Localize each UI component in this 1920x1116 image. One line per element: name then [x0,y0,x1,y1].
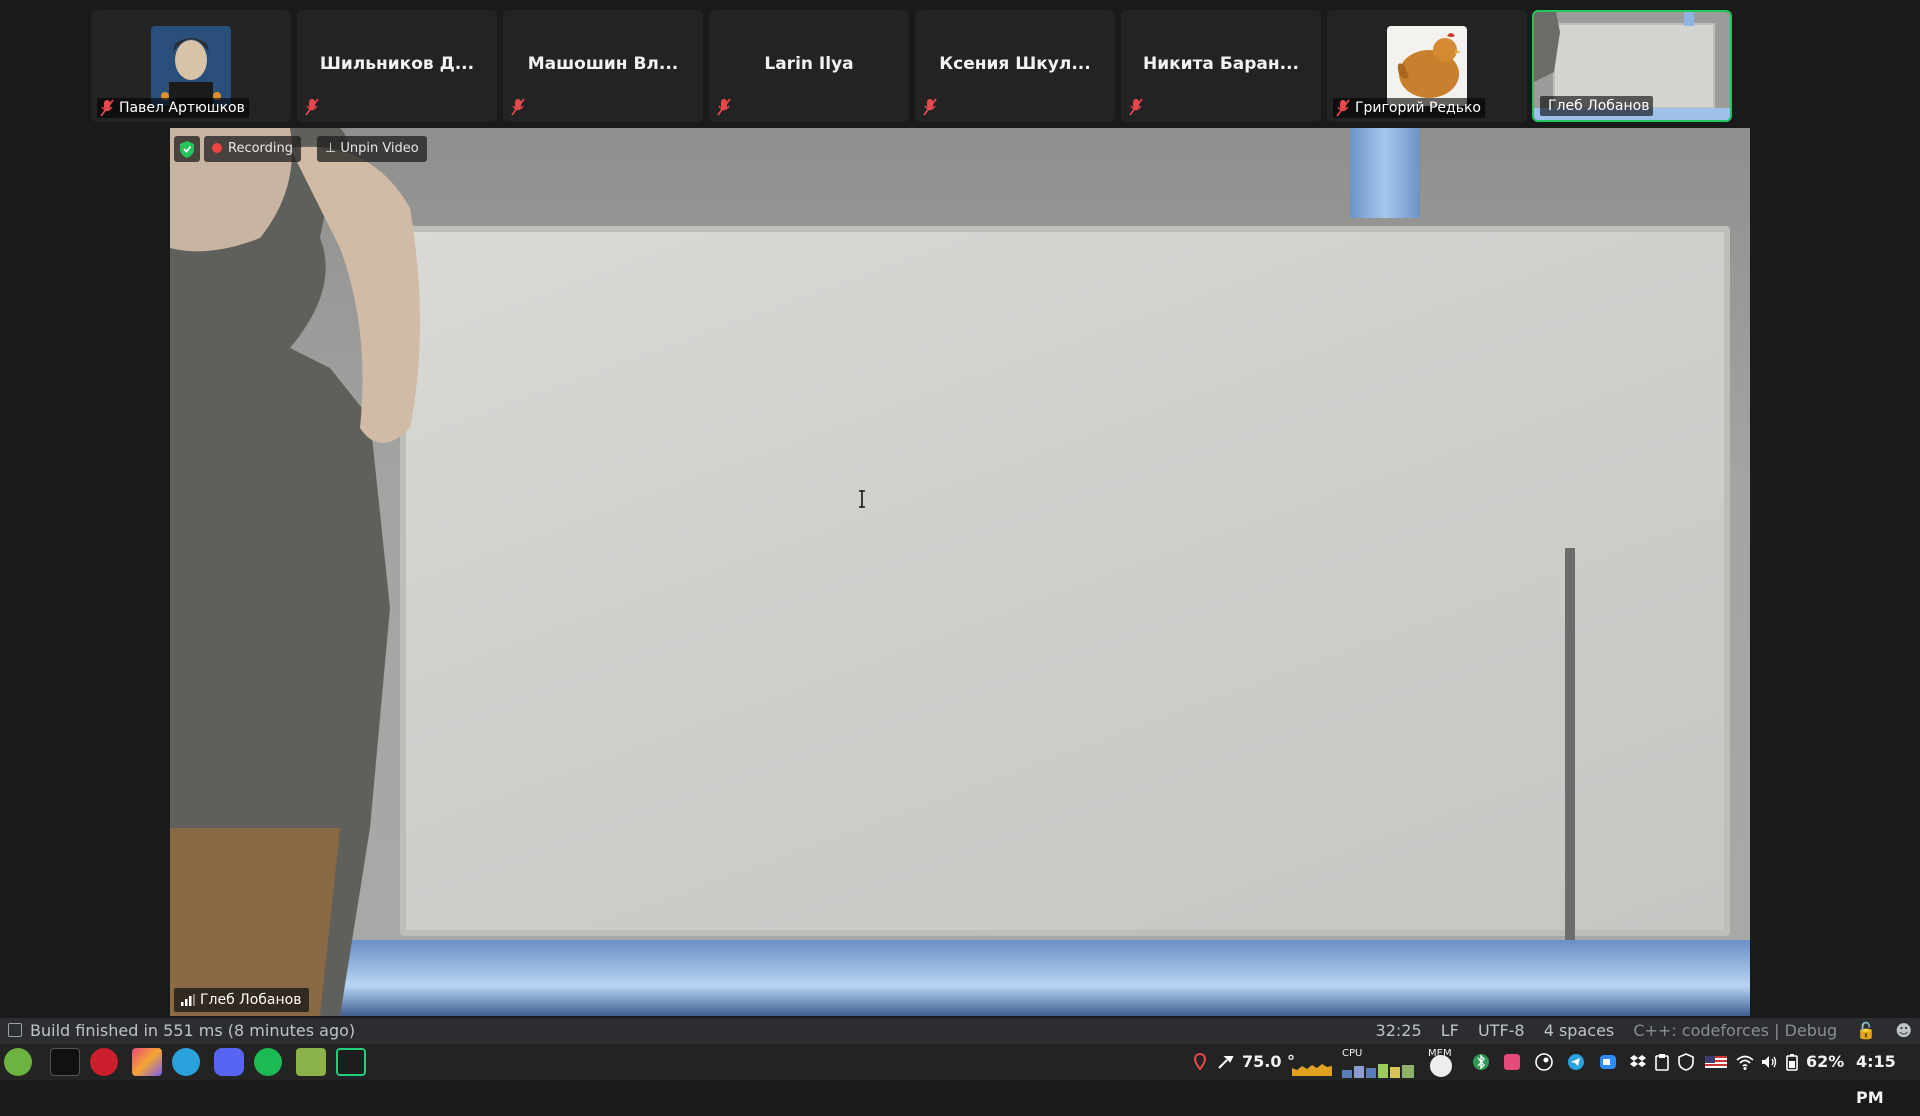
cpu-graph-icon[interactable] [1342,1058,1416,1078]
participant-tile[interactable]: Никита Баран... [1121,10,1321,122]
participant-name: Глеб Лобанов [1548,98,1650,114]
recording-label: Recording [228,141,294,156]
participant-tile[interactable]: Larin Ilya [709,10,909,122]
steam-icon[interactable] [1535,1053,1553,1071]
zoom-tray-icon[interactable] [1599,1053,1617,1071]
build-message: Build finished in 551 ms (8 minutes ago) [30,1021,356,1040]
indent-setting[interactable]: 4 spaces [1544,1021,1615,1040]
wifi-icon[interactable] [1736,1053,1754,1071]
clion-icon[interactable] [336,1048,366,1076]
participant-tile-active-speaker[interactable]: Глеб Лобанов [1532,10,1732,122]
participant-name: Павел Артюшков [119,100,245,116]
active-speaker-name: Глеб Лобанов [200,992,302,1008]
participant-name-label: Григорий Редько [1333,98,1485,118]
participant-tile[interactable]: Машошин Вл... [503,10,703,122]
participant-name-label: Павел Артюшков [97,98,249,118]
build-context[interactable]: C++: codeforces | Debug [1633,1021,1837,1040]
taskbar: 75.0 ° CPU MEM 62% 4:15 PM [0,1044,1920,1107]
recording-icon [212,142,222,153]
ide-status-bar: Build finished in 551 ms (8 minutes ago)… [0,1018,1920,1044]
cursor-position[interactable]: 32:25 [1376,1021,1422,1040]
shield-tray-icon[interactable] [1677,1053,1695,1071]
participant-name: Машошин Вл... [527,54,679,74]
inspector-icon[interactable]: ☻ [1895,1021,1912,1040]
jetbrains-tray-icon[interactable] [1503,1053,1521,1071]
build-status-icon [8,1022,22,1037]
participant-name: Ксения Шкул... [939,54,1091,74]
volume-icon[interactable] [1760,1053,1778,1071]
participant-name: Григорий Редько [1355,100,1481,116]
window-light [300,940,1750,1016]
memory-pie-icon[interactable] [1427,1054,1455,1078]
unpin-video-label: Unpin Video [340,141,419,156]
mic-muted-icon [923,98,937,116]
main-video[interactable]: Recording ⊥ Unpin Video Глеб Лобанов [170,128,1750,1016]
temperature-graph-icon[interactable] [1292,1048,1332,1076]
participant-name: Шильников Д... [319,54,475,74]
participant-tile[interactable]: Шильников Д... [297,10,497,122]
jetbrains-toolbox-icon[interactable] [132,1048,162,1076]
avatar [151,26,231,106]
mic-muted-icon [305,98,319,116]
discord-icon[interactable] [214,1048,244,1076]
person-in-video [170,128,420,1016]
whiteboard [400,226,1730,936]
recording-indicator[interactable]: Recording [204,136,302,162]
opera-browser-icon[interactable] [90,1048,118,1076]
active-speaker-label: Глеб Лобанов [174,988,310,1012]
file-encoding[interactable]: UTF-8 [1478,1021,1525,1040]
spotify-icon[interactable] [254,1048,282,1076]
connection-signal-icon [181,994,195,1006]
battery-icon[interactable] [1786,1053,1798,1071]
telegram-tray-icon[interactable] [1567,1053,1585,1071]
bluetooth-icon[interactable] [1472,1053,1490,1071]
text-cursor-icon [859,490,865,508]
unpin-video-button[interactable]: ⊥ Unpin Video [317,136,427,162]
participant-tile[interactable]: Григорий Редько [1327,10,1527,122]
dropbox-icon[interactable] [1629,1053,1647,1071]
menu-icon[interactable] [4,1048,32,1076]
build-status[interactable]: Build finished in 551 ms (8 minutes ago) [8,1018,355,1044]
mic-muted-icon [1336,99,1350,117]
participant-name: Никита Баран... [1142,54,1300,74]
terminal-icon[interactable] [50,1048,80,1076]
pin-icon: ⊥ [325,141,337,156]
mic-muted-icon [100,99,114,117]
mic-muted-icon [1129,98,1143,116]
telegram-icon[interactable] [172,1048,200,1076]
eyedropper-icon[interactable] [1216,1053,1234,1071]
mic-muted-icon [717,98,731,116]
whiteboard-stand [1565,548,1575,988]
location-icon[interactable] [1191,1053,1209,1071]
mic-muted-icon [511,98,525,116]
participant-tile[interactable]: Павел Артюшков [91,10,291,122]
clipboard-icon[interactable] [1653,1053,1671,1071]
participant-name: Larin Ilya [764,54,854,74]
window-light [1350,128,1420,218]
clock[interactable]: 4:15 PM [1856,1044,1920,1107]
keyboard-layout-flag-icon[interactable] [1705,1053,1727,1071]
participant-name-label: Глеб Лобанов [1540,96,1654,116]
security-shield-icon[interactable] [174,136,200,162]
temperature-readout[interactable]: 75.0 ° [1242,1044,1295,1080]
battery-percentage[interactable]: 62% [1806,1044,1844,1080]
files-icon[interactable] [296,1048,326,1076]
participant-tile[interactable]: Ксения Шкул... [915,10,1115,122]
lock-icon[interactable]: 🔓 [1856,1021,1876,1040]
participant-strip: Павел Артюшков Шильников Д... Машошин Вл… [0,0,1920,126]
avatar [1387,26,1467,106]
